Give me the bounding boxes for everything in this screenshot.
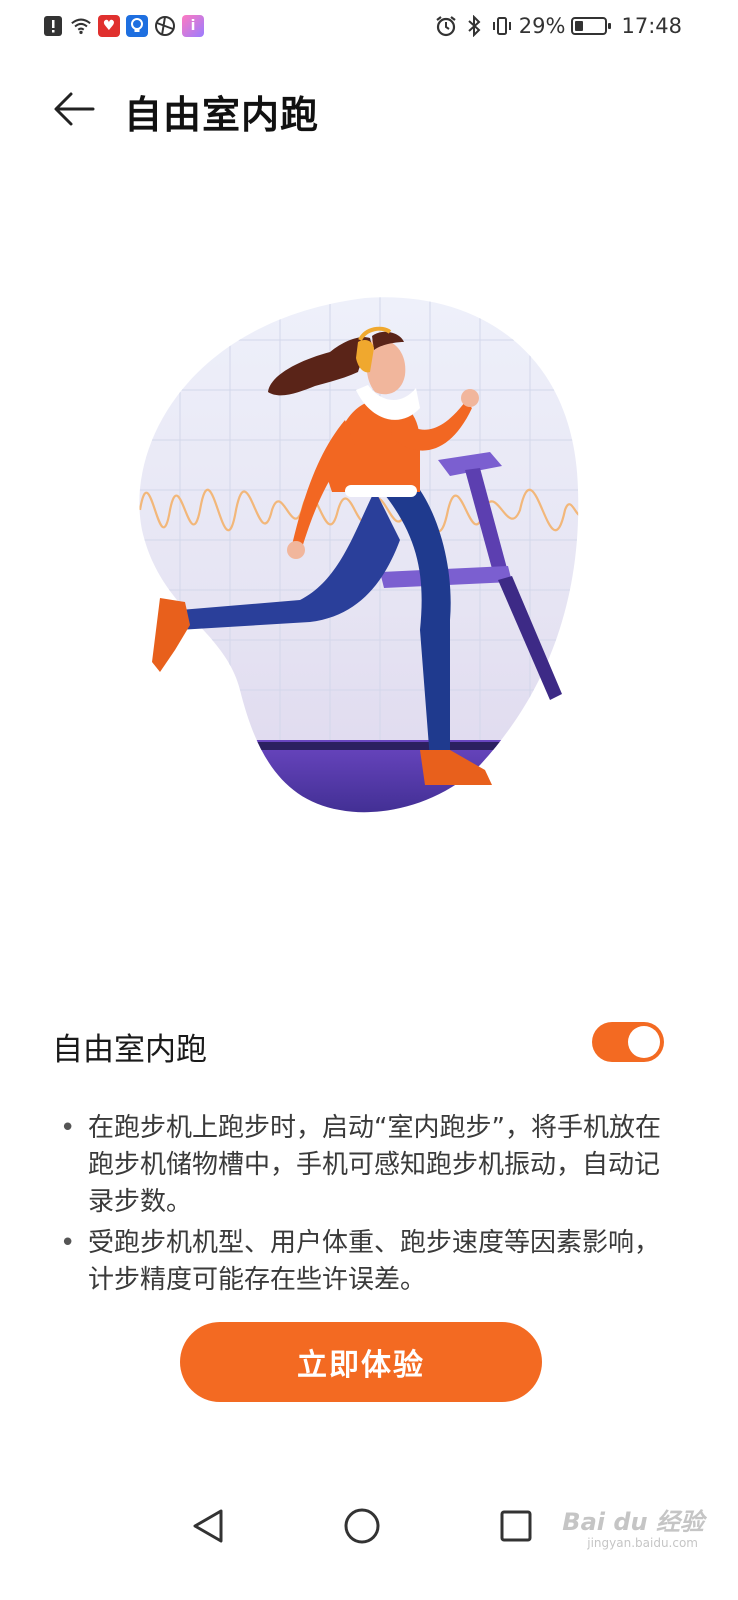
floor	[139, 740, 579, 813]
nav-home-button[interactable]	[340, 1504, 384, 1548]
status-bar: ♥ i 29% 17:48	[0, 0, 738, 52]
description-list: • 在跑步机上跑步时，启动“室内跑步”，将手机放在跑步机储物槽中，手机可感知跑步机…	[56, 1110, 666, 1303]
nav-recents-button[interactable]	[494, 1504, 538, 1548]
bluetooth-icon	[463, 15, 485, 37]
vibrate-icon	[491, 15, 513, 37]
watermark: Bai du 经验	[562, 1508, 704, 1536]
header: 自由室内跑	[0, 72, 738, 144]
watermark-url: jingyan.baidu.com	[587, 1536, 698, 1550]
feature-label: 自由室内跑	[52, 1032, 207, 1068]
sphere-app-icon	[154, 15, 176, 37]
alarm-icon	[435, 15, 457, 37]
description-text: 在跑步机上跑步时，启动“室内跑步”，将手机放在跑步机储物槽中，手机可感知跑步机振…	[88, 1113, 661, 1217]
bullet-icon: •	[60, 1228, 76, 1258]
back-arrow-icon	[54, 92, 95, 126]
feature-toggle[interactable]	[592, 1022, 664, 1062]
heart-app-icon: ♥	[98, 15, 120, 37]
wifi-icon	[70, 15, 92, 37]
description-text: 受跑步机机型、用户体重、跑步速度等因素影响，计步精度可能存在些许误差。	[88, 1228, 661, 1295]
alert-icon	[42, 15, 64, 37]
status-time: 17:48	[621, 14, 682, 38]
feature-toggle-row: 自由室内跑	[52, 1016, 672, 1072]
status-bar-right: 29% 17:48	[435, 12, 682, 40]
battery-level-fill	[575, 21, 584, 31]
bullet-icon: •	[60, 1113, 76, 1143]
nav-back-button[interactable]	[186, 1504, 230, 1548]
back-nav-icon	[193, 1509, 223, 1543]
recents-nav-icon	[500, 1510, 532, 1542]
info-app-icon: i	[182, 15, 204, 37]
status-bar-left: ♥ i	[42, 12, 204, 40]
toggle-knob	[628, 1026, 660, 1058]
description-item: • 受跑步机机型、用户体重、跑步速度等因素影响，计步精度可能存在些许误差。	[56, 1225, 666, 1299]
running-illustration	[120, 280, 600, 820]
battery-icon	[571, 17, 612, 35]
home-nav-icon	[344, 1508, 380, 1544]
description-item: • 在跑步机上跑步时，启动“室内跑步”，将手机放在跑步机储物槽中，手机可感知跑步机…	[56, 1110, 666, 1221]
bulb-app-icon	[126, 15, 148, 37]
back-button[interactable]	[46, 82, 100, 136]
page-title: 自由室内跑	[124, 93, 320, 137]
try-now-button[interactable]: 立即体验	[180, 1322, 542, 1402]
battery-percent: 29%	[518, 14, 566, 38]
